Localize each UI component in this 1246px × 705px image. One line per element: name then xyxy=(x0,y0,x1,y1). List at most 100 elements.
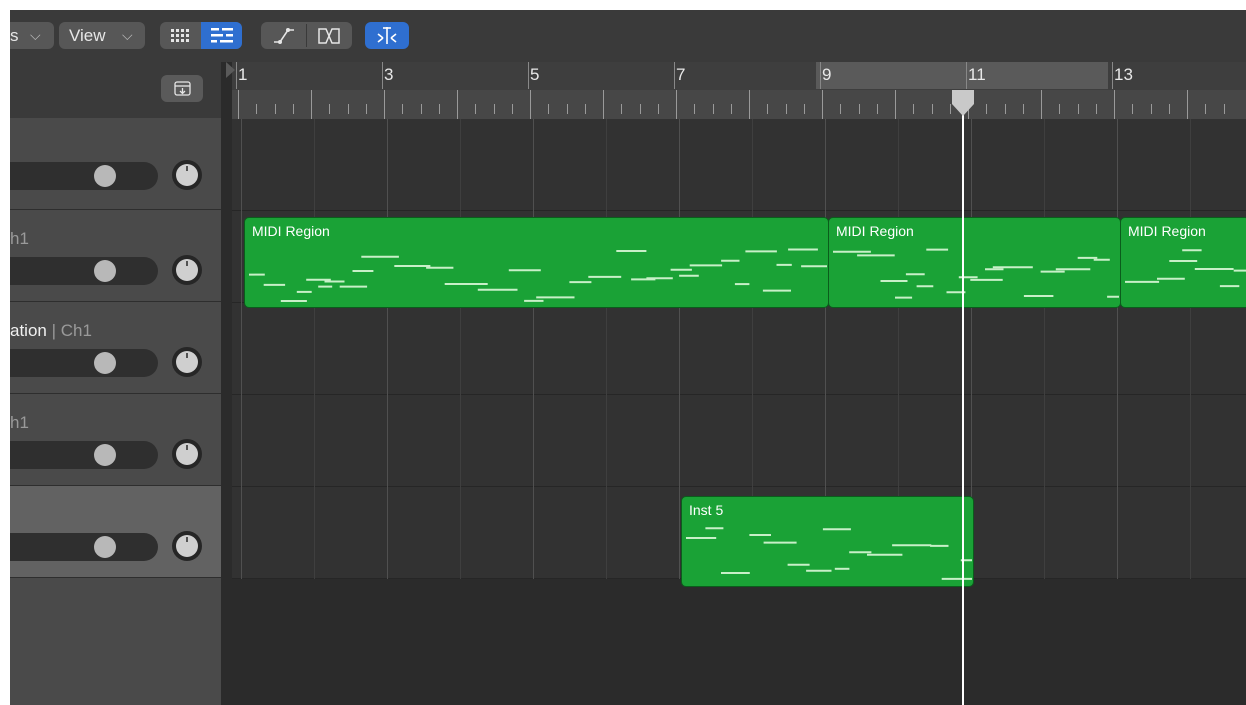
grid-view-button[interactable] xyxy=(160,22,201,49)
midi-region[interactable]: Inst 5 xyxy=(681,496,974,587)
pan-knob-icon[interactable] xyxy=(171,530,203,562)
beat-tick xyxy=(292,104,294,114)
bar-subtick xyxy=(822,90,823,119)
playhead[interactable] xyxy=(962,90,964,705)
beat-tick xyxy=(913,104,915,114)
cycle-range[interactable] xyxy=(816,62,1108,89)
beat-tick xyxy=(876,104,878,114)
volume-fader-handle[interactable] xyxy=(94,165,116,187)
bar-number: 13 xyxy=(1114,65,1133,84)
snap-button[interactable] xyxy=(365,22,409,49)
volume-fader[interactable] xyxy=(10,257,158,285)
logic-main-window: s ⌵ View ⌵ h1 ation | Ch1 h1 1 3 5 7 9 1… xyxy=(10,10,1246,705)
track-channel-label: h1 xyxy=(10,229,29,248)
region-name: MIDI Region xyxy=(1128,223,1206,239)
volume-fader[interactable] xyxy=(10,533,158,561)
beat-tick xyxy=(767,104,769,114)
view-menu-label: View xyxy=(69,26,106,45)
bar-subtick xyxy=(384,90,385,119)
bar-subtick xyxy=(603,90,604,119)
track-header[interactable]: h1 xyxy=(10,394,221,486)
beat-tick xyxy=(1059,104,1061,114)
beat-tick xyxy=(639,104,641,114)
volume-fader[interactable] xyxy=(10,441,158,469)
track-name-label: ation xyxy=(10,321,47,340)
edit-modes-segmented-control xyxy=(261,22,352,49)
catch-button[interactable] xyxy=(161,75,203,102)
volume-fader-handle[interactable] xyxy=(94,260,116,282)
bar-subtick xyxy=(457,90,458,119)
track-lane[interactable] xyxy=(232,303,1246,395)
region-name: Inst 5 xyxy=(689,502,724,518)
beat-tick xyxy=(347,104,349,114)
bar-gridline xyxy=(1117,119,1118,579)
volume-fader-handle[interactable] xyxy=(94,352,116,374)
beat-tick xyxy=(694,104,696,114)
midi-region[interactable]: MIDI Region xyxy=(244,217,829,308)
bar-number: 5 xyxy=(530,65,540,84)
beat-tick xyxy=(840,104,842,114)
bar-subtick xyxy=(676,90,677,119)
functions-menu-button[interactable]: s ⌵ xyxy=(10,22,54,49)
bar-tick xyxy=(236,62,237,89)
grid-view-icon xyxy=(171,29,189,42)
track-header[interactable]: h1 xyxy=(10,210,221,302)
toolbar: s ⌵ View ⌵ xyxy=(10,10,1246,62)
track-lane[interactable] xyxy=(232,119,1246,211)
view-menu-button[interactable]: View ⌵ xyxy=(59,22,145,49)
pan-knob-icon[interactable] xyxy=(171,254,203,286)
midi-notes-preview xyxy=(249,248,827,302)
beat-tick xyxy=(986,104,988,114)
bar-gridline xyxy=(314,119,315,579)
bar-tick xyxy=(1112,62,1113,89)
beat-tick xyxy=(256,104,258,114)
beat-tick xyxy=(548,104,550,114)
track-header[interactable] xyxy=(10,486,221,578)
track-channel-label: h1 xyxy=(10,413,29,432)
bar-ruler[interactable]: 1 3 5 7 9 11 13 xyxy=(226,62,1246,119)
beat-tick xyxy=(475,104,477,114)
volume-fader-handle[interactable] xyxy=(94,444,116,466)
beat-tick xyxy=(274,104,276,114)
bar-tick xyxy=(382,62,383,89)
ruler-start-marker-icon xyxy=(226,62,235,78)
pan-knob-icon[interactable] xyxy=(171,346,203,378)
beat-tick xyxy=(365,104,367,114)
tracks-area[interactable]: MIDI Region MIDI Region MIDI Region Inst 5 xyxy=(221,119,1246,705)
beat-tick xyxy=(438,104,440,114)
list-view-button[interactable] xyxy=(201,22,242,49)
beat-ruler[interactable] xyxy=(232,90,1246,119)
bar-tick xyxy=(674,62,675,89)
beat-tick xyxy=(785,104,787,114)
flex-button[interactable] xyxy=(307,22,352,49)
beat-tick xyxy=(1132,104,1134,114)
track-header[interactable] xyxy=(10,118,221,210)
track-channel-label: | Ch1 xyxy=(51,321,92,340)
midi-region[interactable]: MIDI Region xyxy=(1120,217,1246,308)
beat-tick xyxy=(803,104,805,114)
bar-tick xyxy=(966,62,967,89)
track-headers-panel: h1 ation | Ch1 h1 xyxy=(10,62,221,705)
pan-knob-icon[interactable] xyxy=(171,438,203,470)
bar-number: 1 xyxy=(238,65,248,84)
bar-subtick xyxy=(311,90,312,119)
midi-region[interactable]: MIDI Region xyxy=(828,217,1121,308)
volume-fader-handle[interactable] xyxy=(94,536,116,558)
bar-subtick xyxy=(238,90,239,119)
track-lane[interactable] xyxy=(232,395,1246,487)
bar-number: 7 xyxy=(676,65,686,84)
beat-tick xyxy=(1150,104,1152,114)
catch-icon xyxy=(174,81,191,96)
track-name: ation | Ch1 xyxy=(10,321,92,341)
automation-button[interactable] xyxy=(261,22,306,49)
automation-icon xyxy=(274,28,294,44)
beat-tick xyxy=(621,104,623,114)
pan-knob-icon[interactable] xyxy=(171,159,203,191)
volume-fader[interactable] xyxy=(10,162,158,190)
playhead-handle-icon[interactable] xyxy=(951,90,975,118)
beat-tick xyxy=(1168,104,1170,114)
track-header[interactable]: ation | Ch1 xyxy=(10,302,221,394)
beat-tick xyxy=(329,104,331,114)
volume-fader[interactable] xyxy=(10,349,158,377)
bar-gridline xyxy=(387,119,388,579)
